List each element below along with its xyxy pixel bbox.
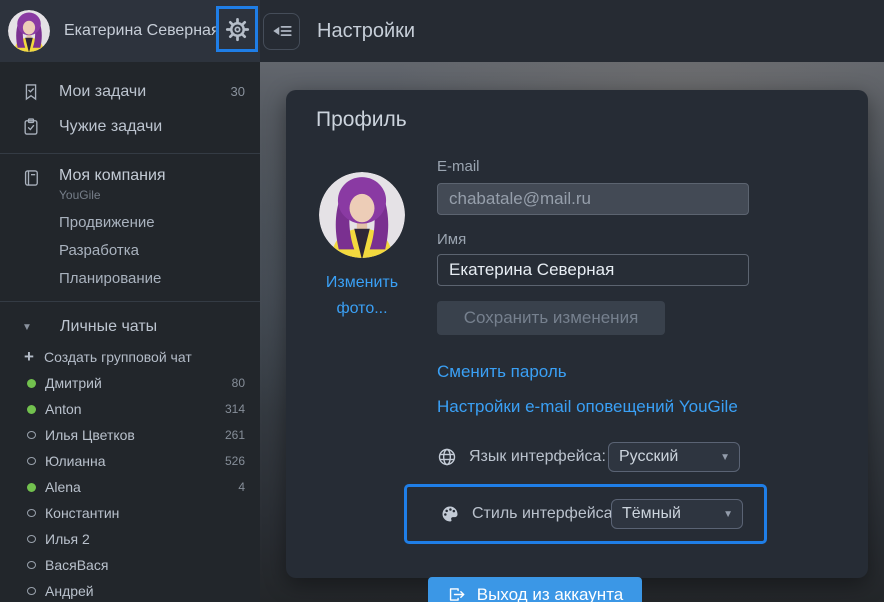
gear-icon (225, 17, 250, 42)
presence-dot (27, 483, 36, 492)
collapse-sidebar-icon (271, 20, 293, 42)
chat-item[interactable]: Alena 4 (0, 474, 260, 500)
presence-dot (27, 587, 36, 595)
style-setting-highlight: Стиль интерфейса: Тёмный ▼ (404, 484, 767, 544)
chat-item[interactable]: Илья 2 (0, 526, 260, 552)
language-label: Язык интерфейса: (469, 448, 606, 466)
sidebar: Екатерина Северная (0, 0, 260, 602)
sidebar-item-my-tasks[interactable]: Мои задачи 30 (0, 74, 260, 109)
chat-item[interactable]: Константин (0, 500, 260, 526)
sidebar-item-others-tasks[interactable]: Чужие задачи (0, 109, 260, 144)
chat-item[interactable]: Илья Цветков 261 (0, 422, 260, 448)
chat-item[interactable]: Юлианна 526 (0, 448, 260, 474)
email-notifications-link[interactable]: Настройки e-mail оповещений YouGile (437, 397, 812, 417)
settings-gear-button[interactable] (216, 6, 258, 52)
chat-name: Илья Цветков (45, 427, 135, 443)
collapse-sidebar-button[interactable] (263, 13, 300, 50)
presence-dot (27, 405, 36, 414)
style-select[interactable]: Тёмный ▼ (611, 499, 743, 529)
company-name: Моя компания (59, 165, 166, 187)
email-field (437, 183, 749, 215)
language-row: Язык интерфейса: Русский ▼ (437, 442, 812, 472)
change-photo-link[interactable]: Изменить фото... (316, 270, 408, 322)
name-label: Имя (437, 231, 812, 248)
sidebar-item-company[interactable]: Моя компания YouGile (0, 163, 260, 202)
project-list: Продвижение Разработка Планирование (0, 210, 260, 292)
change-password-link[interactable]: Сменить пароль (437, 362, 812, 382)
presence-dot (27, 509, 36, 517)
clipboard-check-icon (20, 117, 42, 137)
user-avatar[interactable] (8, 10, 50, 52)
chat-name: ВасяВася (45, 557, 108, 573)
palette-icon (440, 504, 460, 524)
create-chat-label: Создать групповой чат (44, 349, 192, 365)
nav-label: Чужие задачи (59, 118, 162, 136)
divider (0, 301, 260, 302)
sidebar-item-project[interactable]: Продвижение (0, 210, 260, 236)
plus-icon: + (24, 347, 44, 367)
user-name: Екатерина Северная (64, 22, 220, 40)
style-row: Стиль интерфейса: Тёмный ▼ (440, 499, 764, 529)
yougile-app: Екатерина Северная (0, 0, 884, 602)
profile-card: Профиль Изменить фото... E-mail Имя Со (286, 90, 868, 578)
main-area: Настройки Профиль Изменить фото... E-mai… (260, 0, 884, 602)
chats-section-label: Личные чаты (60, 318, 157, 336)
sidebar-nav: Мои задачи 30 Чужие задачи (0, 62, 260, 602)
chat-count-badge: 80 (232, 376, 245, 390)
profile-card-title: Профиль (316, 108, 407, 132)
chevron-down-icon: ▼ (723, 509, 733, 520)
nav-label: Мои задачи (59, 83, 146, 101)
logout-label: Выход из аккаунта (477, 585, 624, 602)
settings-background: Профиль Изменить фото... E-mail Имя Со (260, 62, 884, 602)
bookmark-check-icon (20, 82, 42, 102)
create-group-chat-button[interactable]: + Создать групповой чат (0, 343, 260, 370)
presence-dot (27, 431, 36, 439)
chat-count-badge: 314 (225, 402, 245, 416)
main-header: Настройки (260, 0, 884, 62)
chat-name: Андрей (45, 583, 94, 599)
sidebar-user-header: Екатерина Северная (0, 0, 260, 62)
task-count-badge: 30 (231, 84, 245, 99)
name-field[interactable] (437, 254, 749, 286)
chat-name: Anton (45, 401, 82, 417)
chat-item[interactable]: Андрей (0, 578, 260, 602)
notebook-icon (20, 168, 42, 188)
presence-dot (27, 535, 36, 543)
language-select[interactable]: Русский ▼ (608, 442, 740, 472)
chevron-down-icon: ▼ (22, 322, 42, 333)
divider (0, 153, 260, 154)
chat-item[interactable]: Anton 314 (0, 396, 260, 422)
email-label: E-mail (437, 158, 812, 175)
logout-icon (447, 585, 466, 602)
sidebar-item-project[interactable]: Планирование (0, 266, 260, 292)
page-title: Настройки (317, 20, 415, 43)
presence-dot (27, 457, 36, 465)
personal-chats-header[interactable]: ▼ Личные чаты (0, 311, 260, 343)
chat-name: Илья 2 (45, 531, 90, 547)
company-subtitle: YouGile (59, 188, 166, 202)
profile-photo[interactable] (319, 172, 405, 258)
chat-item[interactable]: ВасяВася (0, 552, 260, 578)
style-label: Стиль интерфейса: (472, 505, 617, 523)
chat-count-badge: 4 (238, 480, 245, 494)
chat-name: Константин (45, 505, 119, 521)
chat-count-badge: 526 (225, 454, 245, 468)
chat-name: Дмитрий (45, 375, 102, 391)
chat-name: Юлианна (45, 453, 106, 469)
sidebar-item-project[interactable]: Разработка (0, 238, 260, 264)
save-changes-button[interactable]: Сохранить изменения (437, 301, 665, 335)
globe-icon (437, 447, 457, 467)
presence-dot (27, 379, 36, 388)
chat-count-badge: 261 (225, 428, 245, 442)
presence-dot (27, 561, 36, 569)
logout-button[interactable]: Выход из аккаунта (428, 577, 642, 602)
chat-item[interactable]: Дмитрий 80 (0, 370, 260, 396)
chevron-down-icon: ▼ (720, 452, 730, 463)
chat-name: Alena (45, 479, 81, 495)
